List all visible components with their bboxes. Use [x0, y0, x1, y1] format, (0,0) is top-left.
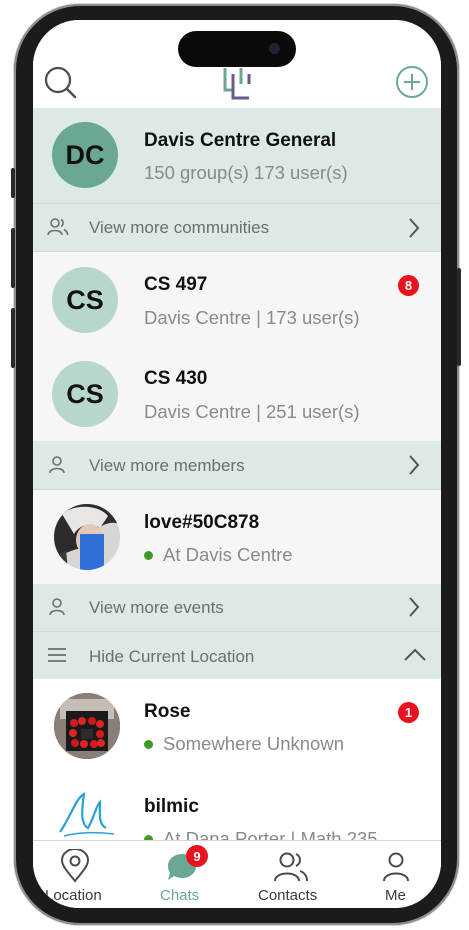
chevron-right-icon [409, 455, 420, 475]
tab-contacts-label: Contacts [258, 887, 318, 904]
contacts-icon [274, 852, 308, 882]
group-row[interactable]: CS CS 430 Davis Centre | 251 user(s) [33, 346, 441, 441]
mute-switch [11, 168, 15, 198]
group-row[interactable]: CS CS 497 Davis Centre | 173 user(s) 8 [33, 251, 441, 346]
view-more-members-bar[interactable]: View more members [33, 441, 441, 489]
community-name: Davis Centre General [144, 130, 337, 151]
member-name: love#50C878 [144, 512, 260, 533]
chat-row[interactable]: Rose Somewhere Unknown 1 [33, 679, 441, 774]
community-avatar: DC [52, 122, 118, 188]
group-subtitle: Davis Centre | 173 user(s) [144, 307, 360, 328]
power-button [457, 268, 461, 366]
group-name: CS 497 [144, 274, 208, 295]
app-screen: DC Davis Centre General 150 group(s) 173… [33, 20, 441, 908]
tab-me-label: Me [385, 887, 406, 904]
volume-up-button [11, 228, 15, 288]
tab-chats-label: Chats [160, 887, 200, 904]
online-indicator [144, 551, 153, 560]
tab-location-label: Location [45, 887, 102, 904]
plus-circle-icon[interactable] [395, 65, 429, 99]
group-name: CS 430 [144, 368, 208, 389]
member-avatar [54, 504, 120, 570]
chevron-up-icon[interactable] [403, 648, 427, 662]
group-subtitle: Davis Centre | 251 user(s) [144, 401, 360, 422]
chevron-right-icon [409, 218, 420, 238]
unread-badge: 1 [398, 702, 419, 723]
volume-down-button [11, 308, 15, 368]
member-status: At Davis Centre [163, 544, 293, 565]
group-avatar: CS [52, 267, 118, 333]
chat-status: Somewhere Unknown [163, 733, 344, 754]
hide-location-label: Hide Current Location [89, 647, 255, 666]
online-indicator [144, 740, 153, 749]
tab-bar: Location 9 Chats Contacts Me [33, 840, 441, 908]
view-more-members-label: View more members [89, 456, 245, 475]
chats-badge: 9 [186, 845, 208, 867]
chat-avatar [54, 693, 120, 759]
view-more-events-bar[interactable]: View more events [33, 584, 441, 631]
hide-location-bar[interactable]: Hide Current Location [33, 631, 441, 679]
app-logo [223, 68, 251, 100]
person-icon [49, 456, 65, 474]
group-avatar: CS [52, 361, 118, 427]
search-icon[interactable] [43, 65, 79, 101]
chevron-right-icon [409, 597, 420, 617]
community-row[interactable]: DC Davis Centre General 150 group(s) 173… [33, 108, 441, 203]
member-row[interactable]: love#50C878 At Davis Centre [33, 489, 441, 584]
menu-icon [48, 648, 66, 662]
view-more-communities-label: View more communities [89, 218, 270, 237]
chat-name: Rose [144, 701, 191, 722]
unread-badge: 8 [398, 275, 419, 296]
dynamic-island [178, 31, 296, 67]
community-stats: 150 group(s) 173 user(s) [144, 162, 348, 183]
location-pin-icon [60, 849, 90, 883]
view-more-events-label: View more events [89, 598, 224, 617]
chat-name: bilmic [144, 796, 199, 817]
group-icon [47, 218, 69, 236]
view-more-communities-bar[interactable]: View more communities [33, 203, 441, 251]
person-icon [383, 852, 409, 882]
person-icon [49, 598, 65, 616]
